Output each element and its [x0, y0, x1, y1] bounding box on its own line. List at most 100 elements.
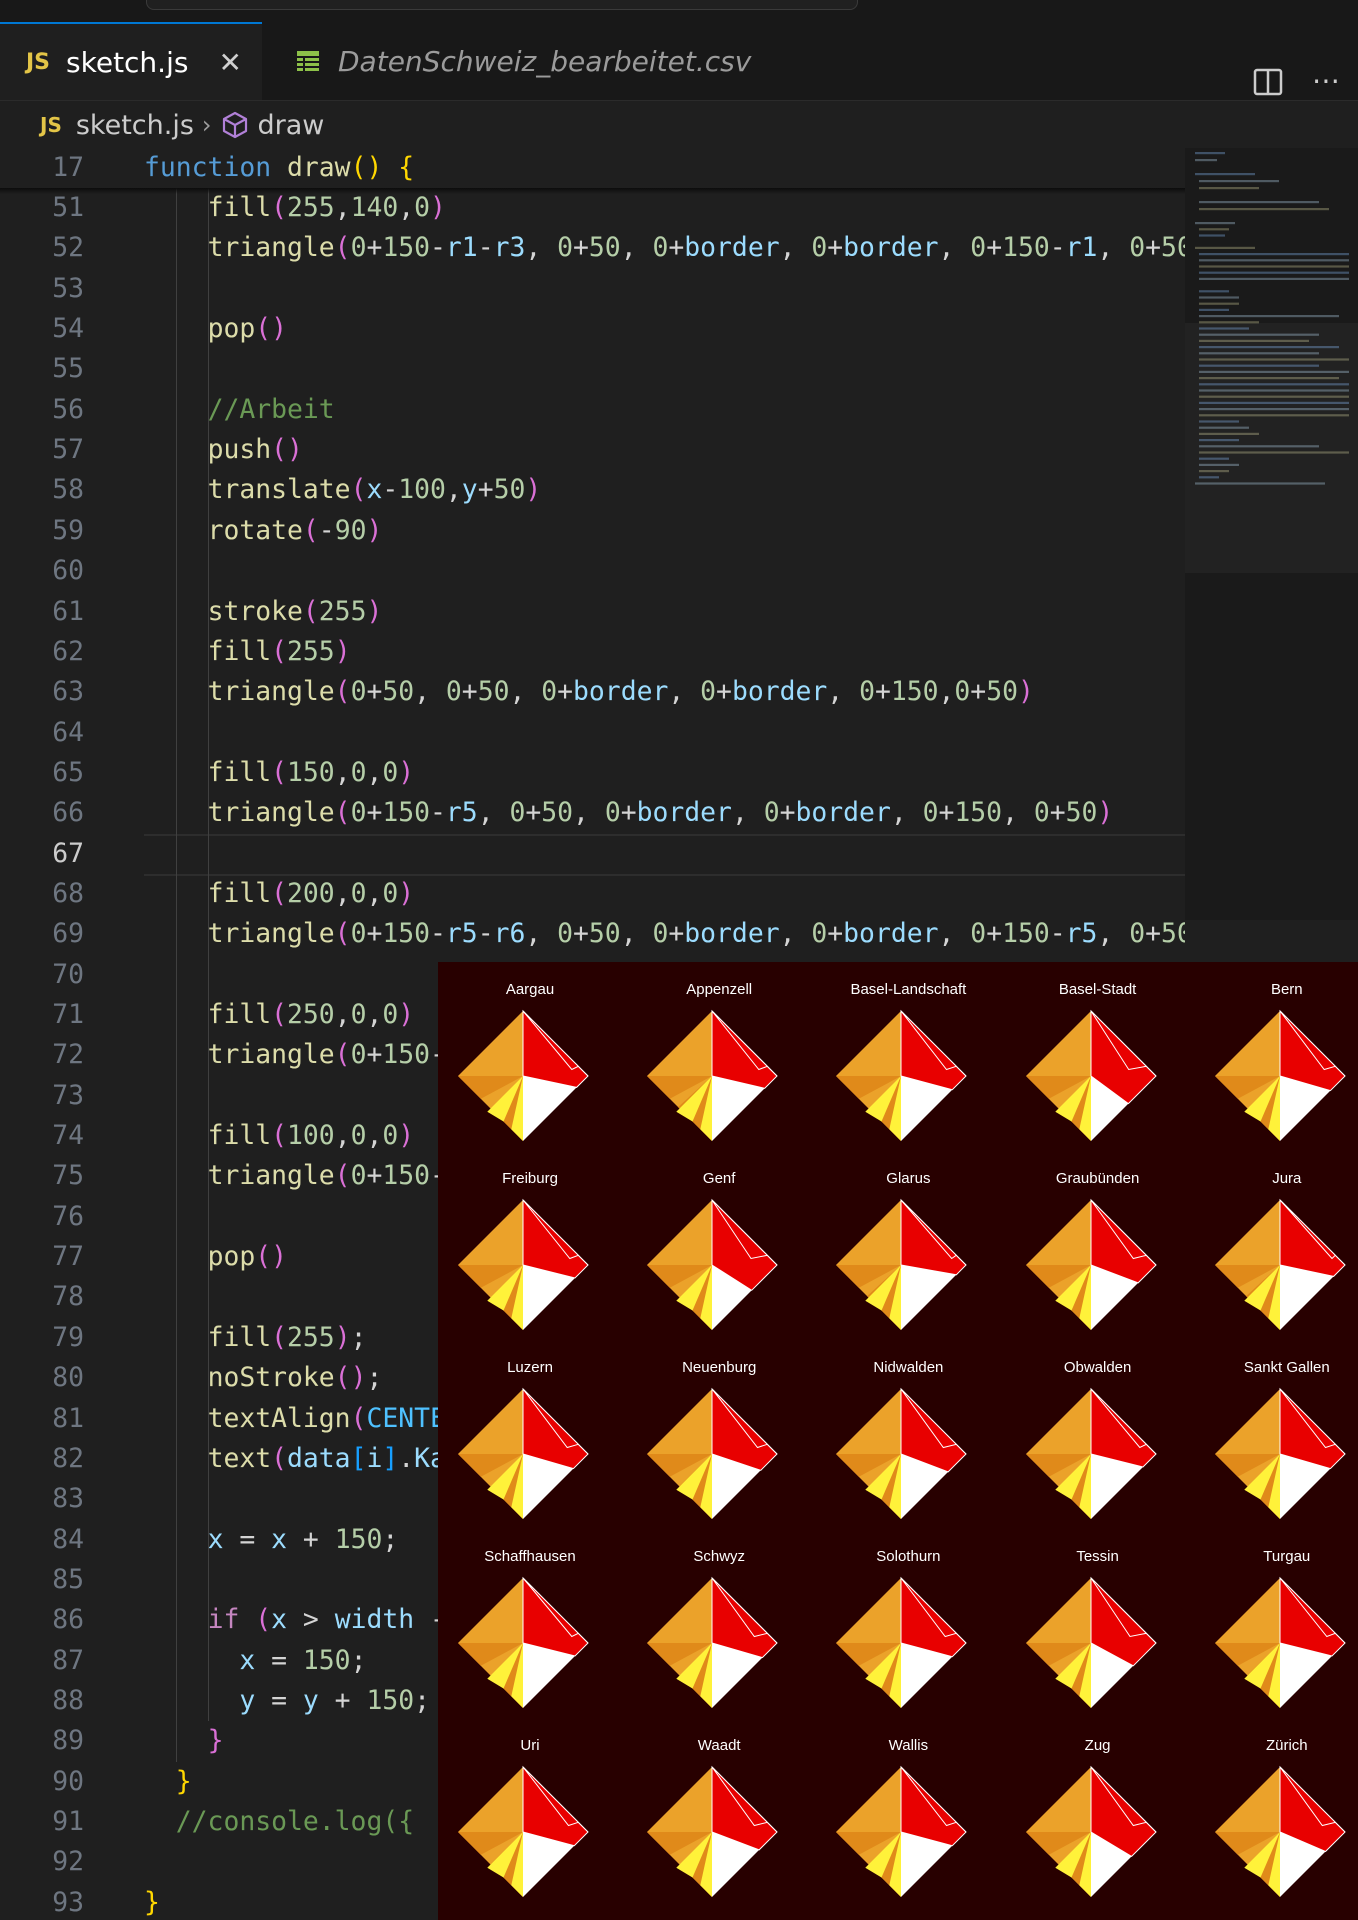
- diamond-chart: [647, 1387, 778, 1519]
- diamond-chart: [1214, 1765, 1346, 1897]
- breadcrumb-file[interactable]: sketch.js: [76, 110, 194, 141]
- canton-glyph: Neuenburg: [627, 1340, 811, 1529]
- line-number: 56: [52, 393, 84, 425]
- code-text: pop(): [207, 313, 288, 345]
- canton-glyph: Waadt: [627, 1718, 811, 1907]
- code-text: triangle(0+150-: [207, 1039, 446, 1071]
- code-text: //Arbeit: [207, 393, 335, 425]
- code-text: triangle(0+150-r1-r3, 0+50, 0+border, 0+…: [207, 232, 1185, 264]
- canton-glyph: Glarus: [816, 1151, 1000, 1340]
- code-line[interactable]: 62 fill(255): [0, 632, 1185, 672]
- canton-glyph: Basel-Landschaft: [816, 962, 1000, 1151]
- line-number: 63: [52, 676, 84, 708]
- code-line[interactable]: 66 triangle(0+150-r5, 0+50, 0+border, 0+…: [0, 793, 1185, 833]
- code-text: //console.log({: [175, 1806, 415, 1837]
- canton-glyph: Turgau: [1195, 1529, 1358, 1718]
- line-number: 86: [52, 1604, 84, 1636]
- code-text: triangle(0+150-r5-r6, 0+50, 0+border, 0+…: [207, 918, 1185, 950]
- canton-glyph: Luzern: [438, 1340, 622, 1529]
- breadcrumb-symbol[interactable]: draw: [258, 110, 325, 141]
- breadcrumb: JS sketch.js › draw: [0, 102, 1358, 148]
- line-number: 54: [52, 313, 84, 345]
- code-text: noStroke();: [207, 1362, 383, 1394]
- code-line[interactable]: 58 translate(x-100,y+50): [0, 470, 1185, 510]
- diamond-chart: [1214, 1387, 1346, 1519]
- line-number: 69: [52, 918, 84, 950]
- line-number: 85: [52, 1563, 84, 1595]
- code-line[interactable]: 55: [0, 349, 1185, 389]
- diamond-chart: [1025, 1765, 1157, 1897]
- code-line[interactable]: 51 fill(255,140,0): [0, 188, 1185, 228]
- code-text: fill(255);: [207, 1321, 367, 1353]
- code-text: fill(255,140,0): [207, 192, 446, 223]
- line-number: 89: [52, 1725, 84, 1757]
- tab-label: DatenSchweiz_bearbeitet.csv: [338, 44, 752, 78]
- command-center[interactable]: [146, 0, 858, 10]
- canton-glyph: Uri: [438, 1718, 622, 1907]
- line-number: 75: [52, 1160, 84, 1192]
- line-number: 88: [52, 1684, 84, 1716]
- line-number: 65: [52, 756, 84, 788]
- code-line[interactable]: 57 push(): [0, 430, 1185, 470]
- line-number: 66: [52, 797, 84, 829]
- tab-csv-file[interactable]: DatenSchweiz_bearbeitet.csv: [262, 22, 796, 100]
- sticky-scroll-shadow: [0, 188, 1185, 194]
- javascript-file-icon: JS: [40, 113, 62, 137]
- canton-glyph: Freiburg: [438, 1151, 622, 1340]
- sketch-canvas: Aargau Appenzell Basel-Landschaft Basel-Sta…: [438, 962, 1358, 1920]
- code-line[interactable]: 17 function draw() {: [0, 148, 1185, 188]
- tab-sketch-js[interactable]: JS sketch.js ✕: [0, 22, 262, 100]
- line-number: 84: [52, 1523, 84, 1555]
- code-line[interactable]: 67: [0, 834, 1185, 874]
- line-number: 79: [52, 1321, 84, 1353]
- split-editor-icon[interactable]: [1253, 68, 1283, 96]
- line-number: 68: [52, 877, 84, 909]
- close-icon[interactable]: ✕: [218, 46, 241, 79]
- code-text: push(): [207, 434, 303, 466]
- code-text: rotate(-90): [207, 514, 383, 546]
- code-text: fill(200,0,0): [207, 877, 415, 909]
- diamond-chart: [458, 1198, 589, 1330]
- line-number: 58: [52, 474, 84, 506]
- line-number: 81: [52, 1402, 84, 1434]
- code-line[interactable]: 69 triangle(0+150-r5-r6, 0+50, 0+border,…: [0, 914, 1185, 954]
- diamond-chart: [836, 1198, 968, 1330]
- diamond-chart: [836, 1387, 968, 1519]
- line-number: 72: [52, 1039, 84, 1071]
- line-number: 74: [52, 1120, 84, 1152]
- canton-glyph: Graubünden: [1006, 1151, 1190, 1340]
- canton-glyph: Sankt Gallen: [1195, 1340, 1358, 1529]
- canton-glyph: Bern: [1195, 962, 1358, 1151]
- code-text: }: [144, 1886, 160, 1918]
- code-line[interactable]: 65 fill(150,0,0): [0, 753, 1185, 793]
- line-number: 53: [52, 272, 84, 304]
- code-text: fill(255): [207, 635, 351, 667]
- line-number: 78: [52, 1281, 84, 1313]
- line-number: 17: [52, 152, 84, 183]
- line-number: 55: [52, 353, 84, 385]
- code-text: fill(250,0,0): [207, 999, 415, 1030]
- code-line[interactable]: 56 //Arbeit: [0, 390, 1185, 430]
- diamond-chart: [1214, 1009, 1346, 1141]
- diamond-chart: [1025, 1387, 1157, 1519]
- code-line[interactable]: 52 triangle(0+150-r1-r3, 0+50, 0+border,…: [0, 228, 1185, 268]
- diamond-chart: [1025, 1198, 1157, 1330]
- canton-glyph: Wallis: [816, 1718, 1000, 1907]
- more-actions-icon[interactable]: ⋯: [1312, 64, 1342, 97]
- code-text: if (x > width -: [207, 1604, 446, 1636]
- code-line[interactable]: 63 triangle(0+50, 0+50, 0+border, 0+bord…: [0, 672, 1185, 712]
- canton-glyph: Schwyz: [627, 1529, 811, 1718]
- editor-tab-bar: JS sketch.js ✕ DatenSchweiz_bearbeitet.c…: [0, 22, 1358, 101]
- code-line[interactable]: 68 fill(200,0,0): [0, 874, 1185, 914]
- code-line[interactable]: 61 stroke(255): [0, 592, 1185, 632]
- code-line[interactable]: 53: [0, 269, 1185, 309]
- code-text: x = 150;: [239, 1644, 367, 1676]
- diamond-chart: [458, 1387, 589, 1519]
- canton-glyph: Genf: [627, 1151, 811, 1340]
- code-line[interactable]: 64: [0, 713, 1185, 753]
- code-line[interactable]: 59 rotate(-90): [0, 511, 1185, 551]
- line-number: 60: [52, 555, 84, 587]
- code-line[interactable]: 54 pop(): [0, 309, 1185, 349]
- code-line[interactable]: 60: [0, 551, 1185, 591]
- minimap[interactable]: [1185, 148, 1358, 920]
